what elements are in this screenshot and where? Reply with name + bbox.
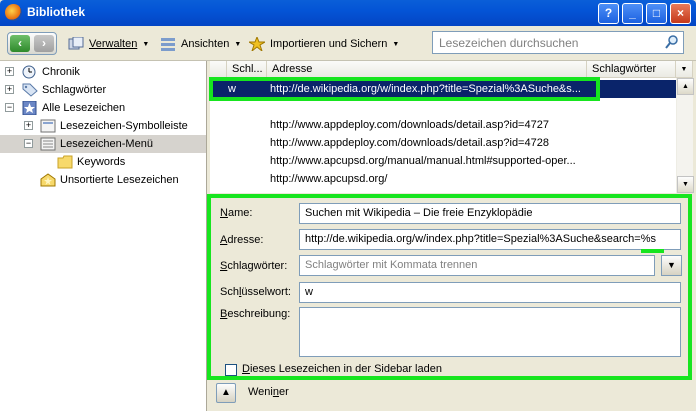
row-address: http://www.apcupsd.org/manual/manual.htm… — [270, 155, 576, 167]
column-picker-corner — [210, 61, 227, 78]
expand-icon[interactable]: + — [5, 85, 14, 94]
row-address: http://www.appdeploy.com/downloads/detai… — [270, 119, 549, 131]
collapse-details-icon[interactable]: ▲ — [216, 383, 236, 403]
search-icon[interactable] — [665, 35, 679, 49]
tree-item-keywords[interactable]: Keywords — [0, 153, 206, 171]
tag-icon — [22, 83, 38, 97]
name-field[interactable]: Suchen mit Wikipedia – Die freie Enzyklo… — [299, 203, 681, 224]
column-keyword[interactable]: Schl... — [227, 61, 267, 78]
list-scrollbar[interactable]: ▲ ▼ — [676, 78, 694, 193]
star-icon — [22, 101, 37, 115]
import-label: Importieren und Sichern — [270, 38, 388, 50]
collapse-icon[interactable]: − — [5, 103, 14, 112]
search-input[interactable]: Lesezeichen durchsuchen — [432, 31, 684, 54]
import-star-icon — [249, 37, 265, 51]
column-tags[interactable]: Schlagwörter — [587, 61, 676, 78]
description-label: Beschreibung: — [220, 308, 291, 320]
back-button[interactable]: ‹ — [10, 35, 30, 52]
bookmark-details: Name: Suchen mit Wikipedia – Die freie E… — [210, 197, 693, 379]
dropdown-arrow-icon: ▼ — [234, 40, 242, 48]
row-address: http://www.apcupsd.org/ — [270, 173, 388, 185]
tree-label: Lesezeichen-Menü — [60, 138, 153, 150]
list-row[interactable]: http://www.appdeploy.com/downloads/detai… — [210, 116, 676, 134]
tree-item-schlagwoerter[interactable]: + Schlagwörter — [0, 81, 206, 99]
verwalten-label: Verwalten — [89, 38, 138, 50]
tree-item-unsortierte[interactable]: Unsortierte Lesezeichen — [0, 171, 206, 189]
ansichten-label: Ansichten — [181, 38, 230, 50]
address-label: Adresse: — [220, 234, 264, 246]
tree-item-alle-lesezeichen[interactable]: − Alle Lesezeichen — [0, 99, 206, 117]
window-title: Bibliothek — [27, 5, 86, 19]
keyword-field[interactable]: w — [299, 282, 681, 303]
clock-icon — [22, 65, 36, 79]
details-footer: ▲ Weniner — [210, 380, 693, 408]
description-field[interactable] — [299, 307, 681, 357]
list-row[interactable]: w http://de.wikipedia.org/w/index.php?ti… — [210, 80, 676, 98]
tree-label: Lesezeichen-Symbolleiste — [60, 120, 188, 132]
tree-label: Alle Lesezeichen — [42, 102, 126, 114]
column-address[interactable]: Adresse — [267, 61, 587, 78]
list-row[interactable]: http://www.appdeploy.com/downloads/detai… — [210, 134, 676, 152]
placeholder-underline — [641, 249, 664, 253]
ansichten-menu[interactable]: Ansichten ▼ — [160, 36, 241, 52]
less-label[interactable]: Weniner — [248, 386, 289, 398]
column-menu-icon[interactable]: ▼ — [676, 61, 693, 78]
scroll-up-icon[interactable]: ▲ — [677, 78, 694, 95]
nav-group: ‹ › — [7, 32, 57, 55]
bookmark-menu-icon — [40, 137, 56, 151]
address-field[interactable]: http://de.wikipedia.org/w/index.php?titl… — [299, 229, 681, 250]
tree-item-chronik[interactable]: + Chronik — [0, 63, 206, 81]
tree-label: Unsortierte Lesezeichen — [60, 174, 179, 186]
maximize-button[interactable]: □ — [646, 3, 667, 24]
collapse-icon[interactable]: − — [24, 139, 33, 148]
organize-icon — [68, 37, 84, 50]
search-placeholder: Lesezeichen durchsuchen — [439, 36, 579, 50]
tree-label: Schlagwörter — [42, 84, 107, 96]
folder-tree: + Chronik + Schlagwörter − Alle Lesezeic… — [0, 61, 207, 411]
tree-label: Keywords — [77, 156, 126, 168]
scroll-down-icon[interactable]: ▼ — [677, 176, 694, 193]
bookmark-list: Schl... Adresse Schlagwörter ▼ w http://… — [210, 61, 694, 193]
tags-field[interactable]: Schlagwörter mit Kommata trennen — [299, 255, 655, 276]
tree-label: Chronik — [42, 66, 80, 78]
verwalten-menu[interactable]: Verwalten ▼ — [68, 36, 149, 52]
row-address: http://de.wikipedia.org/w/index.php?titl… — [270, 83, 581, 95]
import-menu[interactable]: Importieren und Sichern ▼ — [249, 36, 399, 52]
tags-dropdown-icon[interactable]: ▼ — [661, 255, 682, 276]
tree-item-lesezeichen-menue[interactable]: − Lesezeichen-Menü — [0, 135, 206, 153]
name-label: Name: — [220, 207, 253, 219]
close-button[interactable]: × — [670, 3, 691, 24]
firefox-icon — [5, 4, 22, 21]
expand-icon[interactable]: + — [24, 121, 33, 130]
views-icon — [161, 38, 175, 51]
row-address: http://www.appdeploy.com/downloads/detai… — [270, 137, 549, 149]
forward-button[interactable]: › — [34, 35, 54, 52]
sidebar-checkbox-label: Dieses Lesezeichen in der Sidebar laden — [242, 363, 442, 375]
dropdown-arrow-icon: ▼ — [392, 40, 400, 48]
bookmark-toolbar-icon — [40, 119, 56, 133]
tags-label: Schlagwörter: — [220, 260, 288, 272]
expand-icon[interactable]: + — [5, 67, 14, 76]
unsorted-icon — [40, 173, 56, 187]
folder-icon — [57, 155, 73, 169]
title-bar: Bibliothek ? _ □ × — [0, 0, 696, 26]
list-row[interactable]: http://www.apcupsd.org/ — [210, 170, 676, 188]
tree-item-lesezeichen-symbolleiste[interactable]: + Lesezeichen-Symbolleiste — [0, 117, 206, 135]
list-row[interactable] — [210, 98, 676, 116]
sidebar-checkbox[interactable] — [225, 364, 237, 376]
help-button[interactable]: ? — [598, 3, 619, 24]
row-keyword: w — [228, 83, 236, 95]
list-row[interactable]: http://www.apcupsd.org/manual/manual.htm… — [210, 152, 676, 170]
minimize-button[interactable]: _ — [622, 3, 643, 24]
keyword-label: Schlüsselwort: — [220, 286, 291, 298]
dropdown-arrow-icon: ▼ — [142, 40, 150, 48]
